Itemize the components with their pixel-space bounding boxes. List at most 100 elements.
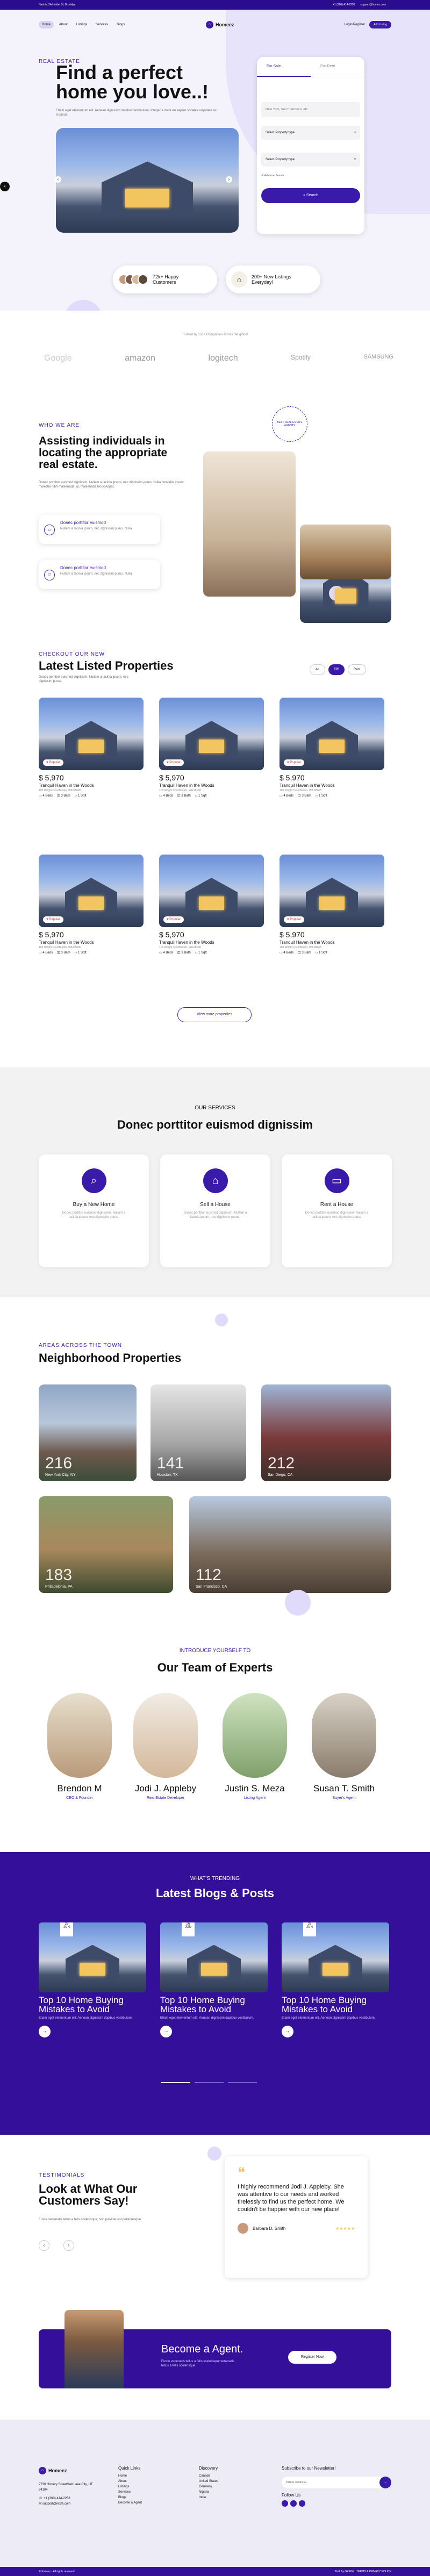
footer-link[interactable]: About <box>118 2479 142 2484</box>
nav-home[interactable]: Home <box>39 21 54 28</box>
team-member[interactable]: Justin S. Meza Listing Agent <box>223 1693 287 1800</box>
property-card[interactable]: ♥ Popular $ 5,970 Tranquil Haven in the … <box>159 855 264 955</box>
nav-blogs[interactable]: Blogs <box>113 21 128 28</box>
hero-desc: Etiam eget elementum elit. Aenean dignis… <box>56 109 217 117</box>
nav-listings[interactable]: Listings <box>73 21 90 28</box>
property-title[interactable]: Tranquil Haven in the Woods <box>39 783 144 788</box>
next-arrow-icon[interactable]: › <box>63 2240 74 2251</box>
best-agents-seal: BEST REAL ESTATE AGENTS <box>272 406 307 442</box>
footer-link[interactable]: Listings <box>118 2484 142 2489</box>
areas-tag: AREAS ACROSS THE TOWN <box>39 1343 122 1348</box>
footer-link[interactable]: Become a Agent <box>118 2500 142 2506</box>
login-link[interactable]: Login/Register <box>345 23 366 26</box>
arrow-right-icon[interactable]: → <box>160 2026 172 2037</box>
phone-icon: ☏ +1 (360) 414-2258 <box>39 2497 70 2500</box>
footer-link[interactable]: Germany <box>199 2484 218 2489</box>
property-card[interactable]: ♥ Popular $ 5,970 Tranquil Haven in the … <box>159 698 264 798</box>
nav-about[interactable]: About <box>56 21 71 28</box>
property-features: ▭ 4 Beds ◫ 3 Bath ▱ 1 Sqft <box>39 794 144 798</box>
footer-link[interactable]: Services <box>118 2489 142 2495</box>
footer-link[interactable]: United States <box>199 2479 218 2484</box>
property-type-select-1[interactable]: Select Property type ▾ <box>261 126 360 140</box>
filter-rent[interactable]: Rent <box>347 664 367 675</box>
bath-icon: ◫ 3 Bath <box>177 951 191 955</box>
property-title[interactable]: Tranquil Haven in the Woods <box>280 940 384 945</box>
arrow-right-icon[interactable]: → <box>39 2026 51 2037</box>
footer-link[interactable]: Home <box>118 2473 142 2479</box>
register-button[interactable]: Register Now <box>288 2351 336 2364</box>
property-card[interactable]: ♥ Popular $ 5,970 Tranquil Haven in the … <box>39 698 144 798</box>
blog-card[interactable]: 26 JUN Top 10 Home Buying Mistakes to Avo… <box>282 1922 389 2037</box>
view-more-button[interactable]: View more properties <box>177 1007 252 1022</box>
property-title[interactable]: Tranquil Haven in the Woods <box>39 940 144 945</box>
prev-arrow-icon[interactable]: ‹ <box>55 176 61 183</box>
page-dot[interactable] <box>161 2082 190 2083</box>
nav-services[interactable]: Services <box>92 21 111 28</box>
team-member[interactable]: Susan T. Smith Buyer's Agent <box>312 1693 376 1800</box>
tab-for-sale[interactable]: For Sale <box>257 57 311 77</box>
logo[interactable]: ⌂ Homeez <box>206 21 234 28</box>
filter-sell[interactable]: Sell <box>328 664 345 675</box>
advance-search-link[interactable]: ⚙ Advance Search <box>261 174 360 177</box>
phone-text[interactable]: +1 (360) 414-2258 <box>333 3 355 6</box>
property-card[interactable]: ♥ Popular $ 5,970 Tranquil Haven in the … <box>280 698 384 798</box>
blog-title[interactable]: Top 10 Home Buying Mistakes to Avoid <box>282 1996 389 2014</box>
arrow-right-icon[interactable]: → <box>282 2026 293 2037</box>
area-card-philadelphia[interactable]: 183 Philadelphia, PA <box>39 1496 173 1593</box>
service-card-rent[interactable]: ▭ Rent a House Donec porttitor euismod dig… <box>282 1154 392 1267</box>
blog-card[interactable]: 26 JUN Top 10 Home Buying Mistakes to Avo… <box>160 1922 268 2037</box>
side-arrow-icon[interactable]: ‹ <box>0 182 10 191</box>
property-image: ♥ Popular <box>280 855 384 927</box>
quote-icon: ❝ <box>238 2164 245 2180</box>
blog-image: 26 JUN <box>282 1922 389 1992</box>
avatar <box>223 1693 287 1778</box>
property-title[interactable]: Tranquil Haven in the Woods <box>159 940 264 945</box>
instagram-icon[interactable] <box>299 2500 305 2507</box>
location-input[interactable] <box>261 102 360 117</box>
terms-link[interactable]: TERMS & PRIVACY POLICY <box>356 2570 391 2573</box>
next-arrow-icon[interactable]: › <box>226 176 232 183</box>
team-member[interactable]: Jodi J. Appleby Real Estate Developer <box>133 1693 198 1800</box>
blog-title[interactable]: Top 10 Home Buying Mistakes to Avoid <box>160 1996 268 2014</box>
property-price: $ 5,970 <box>39 773 64 782</box>
page-dot[interactable] <box>195 2082 224 2083</box>
email-text[interactable]: support@homez.com <box>360 3 386 6</box>
twitter-icon[interactable] <box>282 2500 288 2507</box>
facebook-icon[interactable] <box>290 2500 297 2507</box>
agent-desc: Fusce venenatis tellus a felis scelerisq… <box>161 2360 235 2367</box>
page-dot[interactable] <box>228 2082 257 2083</box>
area-card-san-francisco[interactable]: 112 San Francisco, CA <box>189 1496 391 1593</box>
services-tag: OUR SERVICES <box>195 1105 235 1111</box>
footer-link[interactable]: India <box>199 2495 218 2500</box>
property-card[interactable]: ♥ Popular $ 5,970 Tranquil Haven in the … <box>280 855 384 955</box>
blog-card[interactable]: 26 JUN Top 10 Home Buying Mistakes to Avo… <box>39 1922 146 2037</box>
footer-link[interactable]: Blogs <box>118 2495 142 2500</box>
tab-for-rent[interactable]: For Rent <box>311 57 364 77</box>
blog-desc: Etiam eget elementum elit. Aenean dignis… <box>282 2017 376 2020</box>
area-card-new-york[interactable]: 216 New York City, NY <box>39 1384 137 1481</box>
footer-logo[interactable]: ⌂ Homeez <box>39 2467 67 2474</box>
service-card-sell[interactable]: ⌂ Sell a House Donec porttitor euismod dig… <box>160 1154 270 1267</box>
blog-title[interactable]: Top 10 Home Buying Mistakes to Avoid <box>39 1996 146 2014</box>
add-listing-button[interactable]: Add Listing <box>369 21 391 28</box>
prev-arrow-icon[interactable]: ‹ <box>39 2240 49 2251</box>
search-button[interactable]: ⌕ Search <box>261 188 360 203</box>
property-title[interactable]: Tranquil Haven in the Woods <box>159 783 264 788</box>
team-member[interactable]: Brendon M CEO & Founder <box>47 1693 112 1800</box>
filter-all[interactable]: All <box>310 664 325 675</box>
property-title[interactable]: Tranquil Haven in the Woods <box>280 783 384 788</box>
area-card-san-diego[interactable]: 212 San Diego, CA <box>261 1384 391 1481</box>
newsletter-email-input[interactable] <box>286 2481 379 2484</box>
property-type-select-2[interactable]: Select Property type ▾ <box>261 153 360 167</box>
area-card-houston[interactable]: 141 Houston, TX <box>150 1384 246 1481</box>
send-icon[interactable]: → <box>379 2477 391 2488</box>
footer-link[interactable]: Nigeria <box>199 2489 218 2495</box>
who-tag: WHO WE ARE <box>39 422 80 428</box>
blog-pagination <box>161 2082 257 2083</box>
property-price: $ 5,970 <box>159 773 184 782</box>
service-card-buy[interactable]: ⌕ Buy a New Home Donec porttitor euismod d… <box>39 1154 149 1267</box>
footer-link[interactable]: Canada <box>199 2473 218 2479</box>
address-text: Nashik, 3A Holder St, Brooklyn <box>39 3 76 6</box>
testimonial-card: ❝ I highly recommend Jodi J. Appleby. Sh… <box>225 2156 368 2278</box>
property-card[interactable]: ♥ Popular $ 5,970 Tranquil Haven in the … <box>39 855 144 955</box>
